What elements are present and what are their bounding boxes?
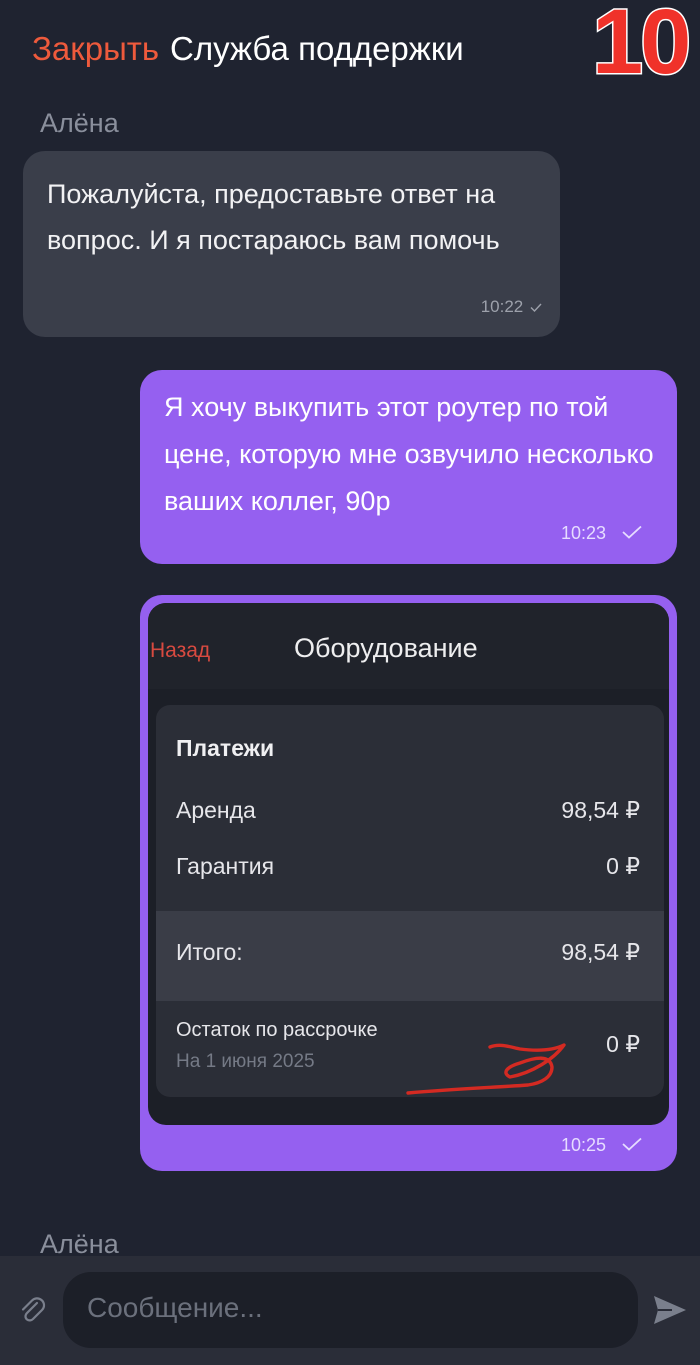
payments-card: Платежи Аренда 98,54 ₽ Гарантия 0 ₽ Итог… [156,705,664,1097]
message-time: 10:25 [561,1135,643,1156]
message-time: 10:22 [481,297,542,317]
attached-screenshot[interactable]: Назад Оборудование Платежи Аренда 98,54 … [148,603,669,1125]
incoming-message[interactable]: Пожалуйста, предоставьте ответ на вопрос… [23,151,560,337]
message-time: 10:23 [561,523,643,544]
payments-heading: Платежи [176,735,275,761]
screenshot-back-label: Назад [150,639,211,662]
message-input[interactable]: Сообщение... [63,1272,638,1348]
outgoing-message[interactable]: Я хочу выкупить этот роутер по той цене,… [140,370,677,564]
paperclip-icon[interactable] [16,1294,48,1326]
screenshot-title: Оборудование [294,633,478,663]
total-label: Итого: [176,939,243,965]
check-icon [622,525,642,539]
chat-header: Закрыть Служба поддержки 10 [0,0,700,100]
message-input-placeholder: Сообщение... [87,1292,263,1323]
rent-label: Аренда [176,797,256,823]
message-text: Пожалуйста, предоставьте ответ на вопрос… [47,179,500,255]
rent-value: 98,54 ₽ [561,797,640,823]
installment-value: 0 ₽ [606,1031,640,1057]
warranty-label: Гарантия [176,853,275,879]
installment-date: На 1 июня 2025 [176,1051,315,1072]
message-text: Я хочу выкупить этот роутер по той цене,… [164,392,654,516]
send-icon[interactable] [652,1294,688,1326]
outgoing-image-message[interactable]: Назад Оборудование Платежи Аренда 98,54 … [140,595,677,1171]
total-value: 98,54 ₽ [561,939,640,965]
warranty-value: 0 ₽ [606,853,640,879]
close-button[interactable]: Закрыть [32,30,159,68]
chat-title: Служба поддержки [170,30,464,67]
sender-name: Алёна [40,108,119,138]
check-icon [530,303,542,313]
overlay-counter: 10 [590,0,692,93]
check-icon [622,1137,642,1151]
installment-label: Остаток по рассрочке [176,1019,378,1041]
red-arrow-scribble-icon [406,1043,566,1095]
